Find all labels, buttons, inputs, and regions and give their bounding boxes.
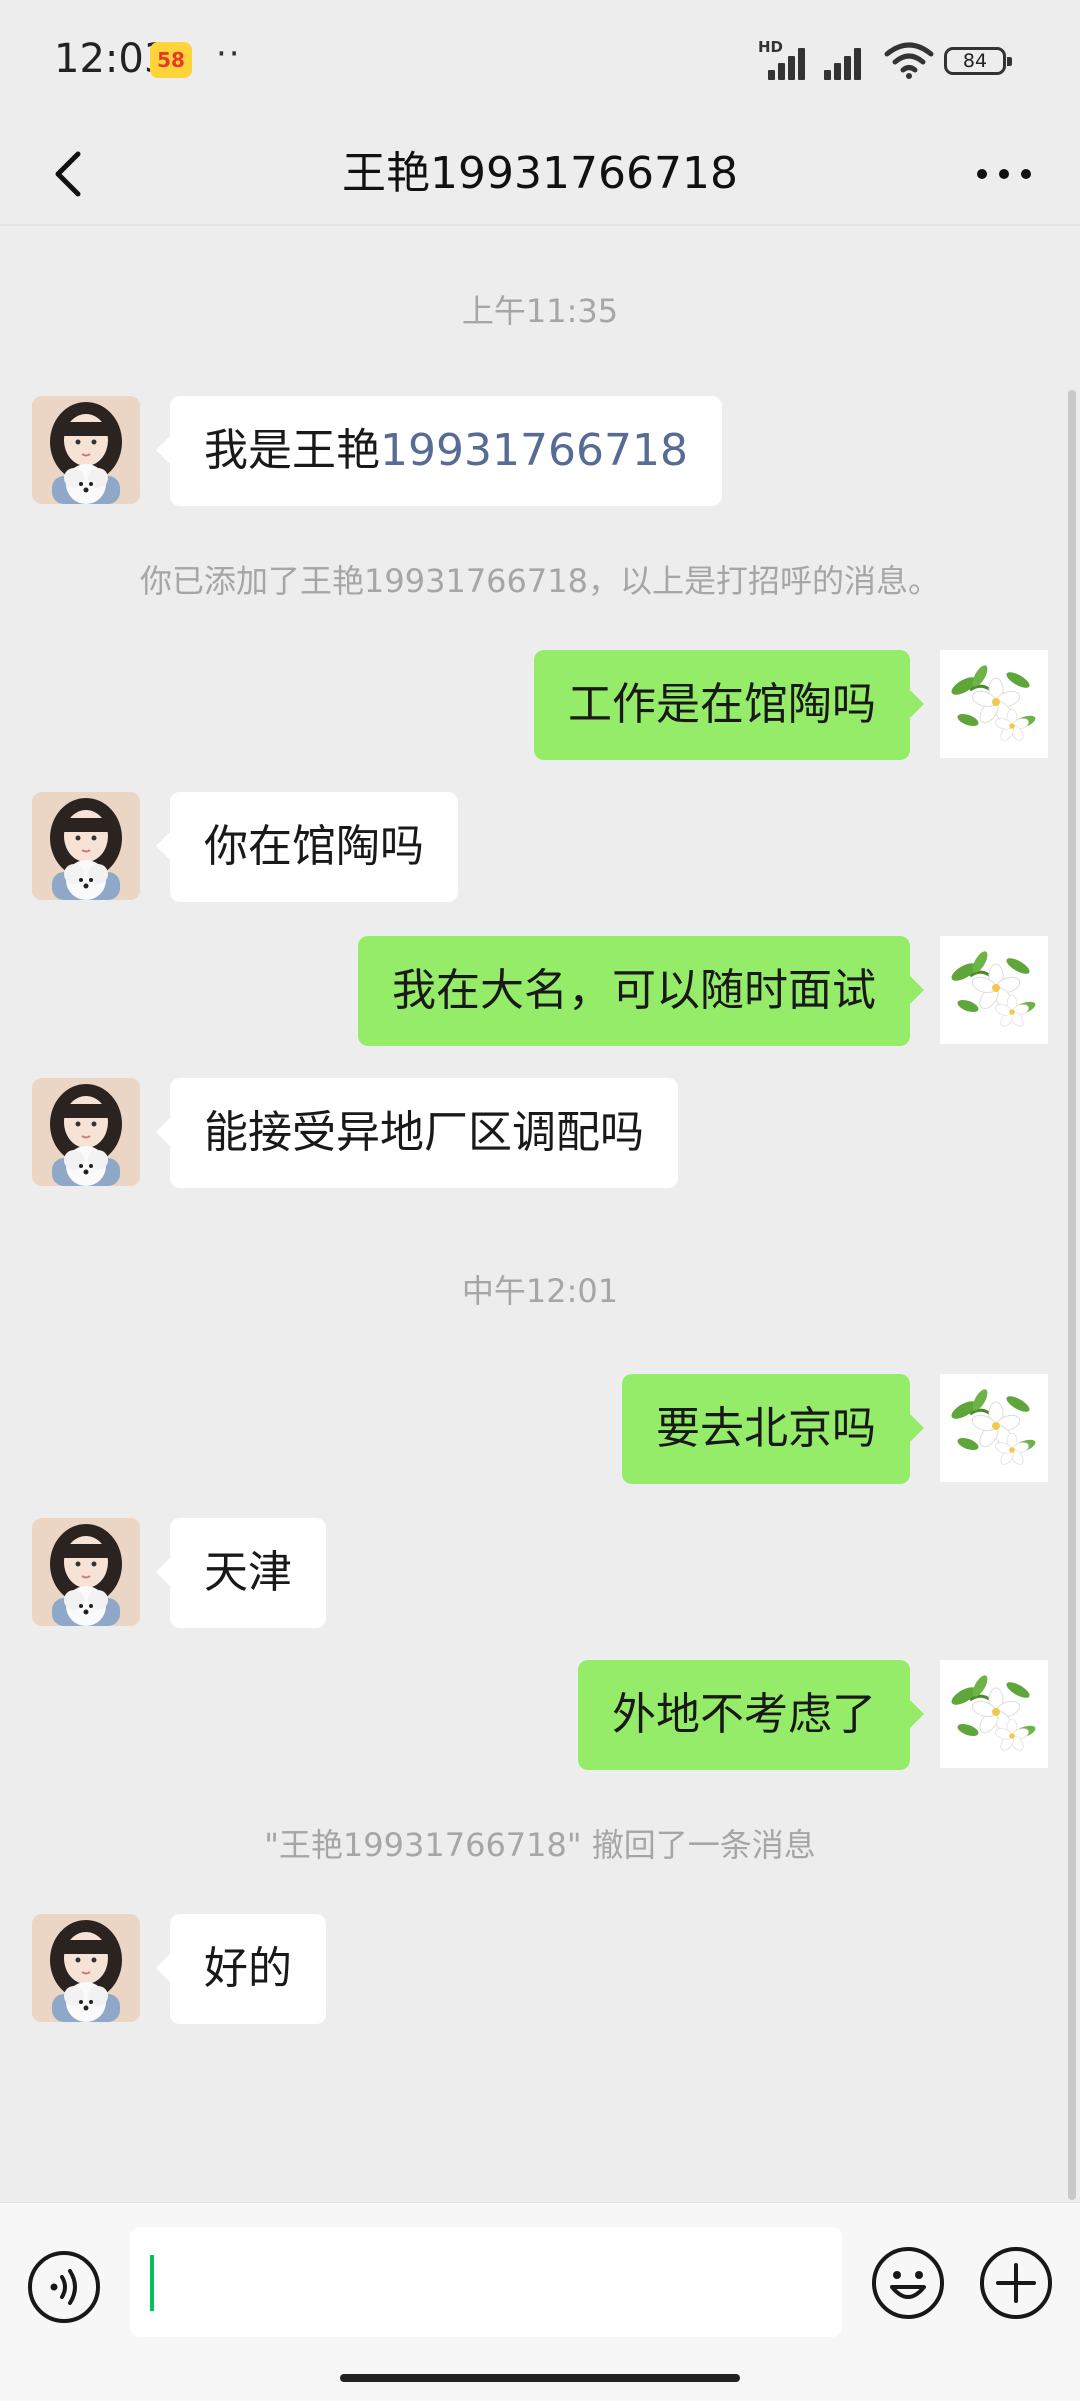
chat-title: 王艳19931766718: [342, 148, 738, 199]
system-message-recalled: "王艳19931766718" 撤回了一条消息: [264, 1826, 816, 1864]
back-button[interactable]: [40, 142, 104, 206]
message-incoming[interactable]: 我是王艳19931766718: [156, 396, 722, 506]
contact-avatar[interactable]: [32, 396, 140, 504]
plus-icon[interactable]: [978, 2245, 1054, 2321]
wifi-icon: [884, 42, 934, 79]
home-indicator[interactable]: [340, 2374, 740, 2382]
emoji-icon[interactable]: [870, 2245, 946, 2321]
my-avatar[interactable]: [938, 1658, 1050, 1770]
timestamp: 中午12:01: [461, 1272, 619, 1310]
header-divider: [0, 224, 1080, 226]
message-input[interactable]: [130, 2227, 842, 2337]
more-options-button[interactable]: [972, 148, 1036, 200]
my-avatar[interactable]: [938, 934, 1050, 1046]
contact-avatar[interactable]: [32, 1518, 140, 1626]
message-incoming[interactable]: 能接受异地厂区调配吗: [156, 1078, 678, 1188]
message-incoming[interactable]: 你在馆陶吗: [156, 792, 458, 902]
message-incoming[interactable]: 天津: [156, 1518, 326, 1628]
contact-avatar[interactable]: [32, 792, 140, 900]
message-outgoing[interactable]: 外地不考虑了: [578, 1660, 924, 1770]
system-message-added: 你已添加了王艳19931766718，以上是打招呼的消息。: [140, 562, 940, 600]
my-avatar[interactable]: [938, 1372, 1050, 1484]
contact-avatar[interactable]: [32, 1078, 140, 1186]
voice-icon[interactable]: [26, 2249, 102, 2325]
my-avatar[interactable]: [938, 648, 1050, 760]
status-overflow-dots: ··: [216, 34, 242, 74]
app-58-icon: 58: [150, 42, 192, 78]
status-bar: 12:03 58 ·· HD 84: [0, 0, 1080, 124]
text-cursor: [150, 2255, 154, 2311]
signal-1-icon: [756, 44, 812, 80]
timestamp: 上午11:35: [461, 292, 619, 330]
phone-number-link[interactable]: 19931766718: [380, 425, 688, 476]
message-outgoing[interactable]: 要去北京吗: [622, 1374, 924, 1484]
message-outgoing[interactable]: 工作是在馆陶吗: [534, 650, 924, 760]
message-incoming[interactable]: 好的: [156, 1914, 326, 2024]
message-text: 我是王艳: [204, 425, 380, 476]
signal-2-icon: [820, 44, 876, 80]
battery-icon: 84: [944, 47, 1012, 75]
contact-avatar[interactable]: [32, 1914, 140, 2022]
message-outgoing[interactable]: 我在大名，可以随时面试: [358, 936, 924, 1046]
chat-header: 王艳19931766718: [0, 124, 1080, 224]
input-bar: [0, 2202, 1080, 2401]
